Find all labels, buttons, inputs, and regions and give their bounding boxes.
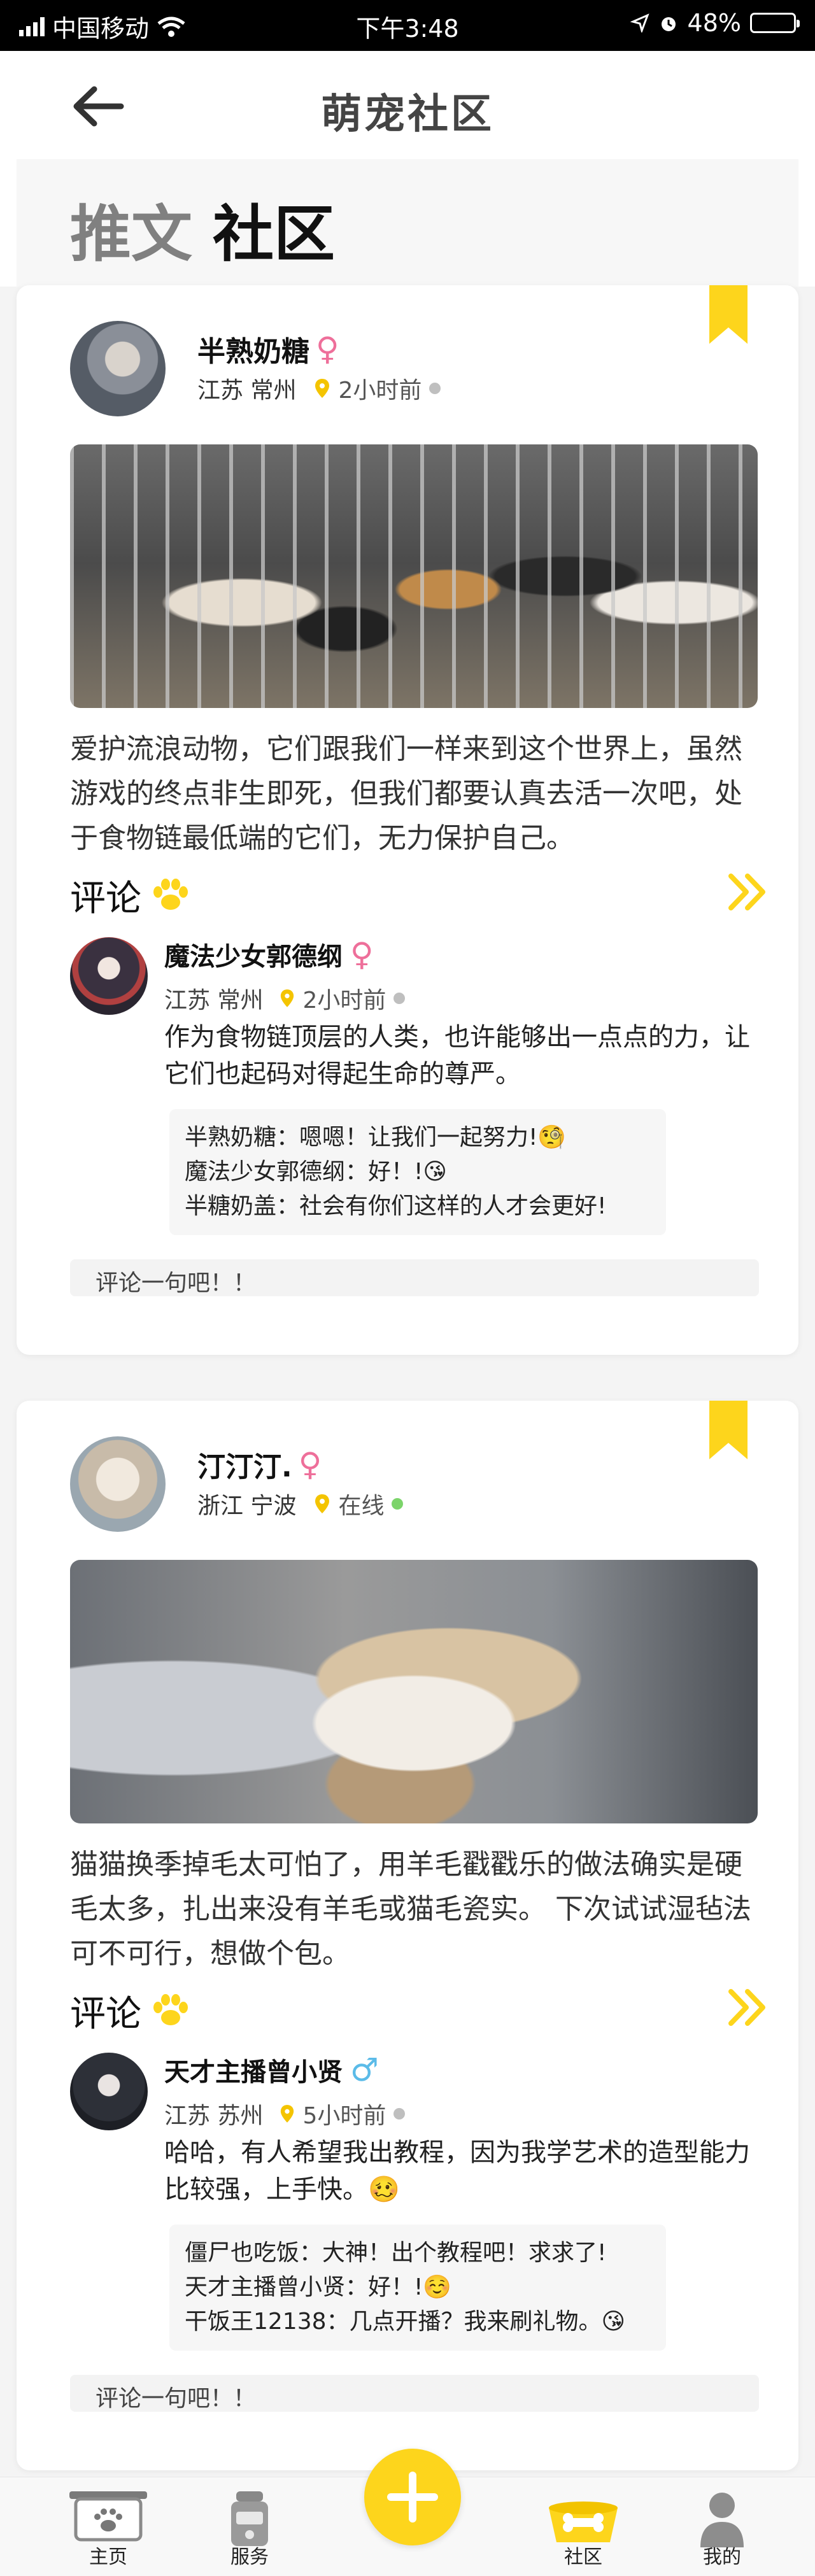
- comment-meta: 江苏 苏州 5小时前: [164, 2097, 406, 2130]
- post-text: 爱护流浪动物，它们跟我们一样来到这个世界上，虽然游戏的终点非生即死，但我们都要认…: [70, 733, 742, 854]
- commenter[interactable]: 魔法少女郭德纲 ♀: [164, 936, 374, 973]
- online-status: 在线: [338, 1493, 385, 1519]
- add-post-button[interactable]: [364, 2449, 461, 2545]
- post-image[interactable]: [70, 444, 758, 708]
- female-icon: ♀: [316, 330, 339, 367]
- nav-me[interactable]: 我的: [671, 2477, 773, 2576]
- female-icon: ♀: [350, 936, 374, 973]
- post-status: 2小时前: [314, 372, 441, 405]
- bookmark-icon[interactable]: [709, 285, 748, 344]
- status-right: 48%: [630, 9, 800, 37]
- status-dot-icon: [393, 2108, 406, 2120]
- comment-time: 5小时前: [302, 2103, 386, 2129]
- pet-bowl-icon: [549, 2502, 618, 2542]
- tab-bar: 推文 社区: [17, 159, 798, 287]
- reply-item: 半糖奶盖：社会有你们这样的人才会更好!: [185, 1193, 607, 1219]
- reply-item: 干饭王12138：几点开播？我来刷礼物。😘: [185, 2309, 626, 2335]
- post-time: 2小时前: [338, 378, 422, 404]
- online-dot-icon: [392, 1498, 404, 1510]
- comment-input[interactable]: 评论一句吧！！: [70, 1259, 759, 1296]
- nav-community[interactable]: 社区: [532, 2477, 634, 2576]
- commenter[interactable]: 天才主播曾小贤 ♂: [164, 2051, 379, 2088]
- battery-icon: [750, 13, 800, 33]
- comment-input[interactable]: 评论一句吧！！: [70, 2375, 759, 2412]
- bookmark-icon[interactable]: [709, 1401, 748, 1459]
- comment-text: 哈哈，有人希望我出教程，因为我学艺术的造型能力比较强，上手快。🥴: [164, 2138, 750, 2204]
- reply-item: 僵尸也吃饭：大神！出个教程吧！求求了!: [185, 2240, 607, 2266]
- location-arrow-icon: [630, 13, 649, 32]
- author-name: 汀汀汀.: [197, 1451, 292, 1483]
- location-pin-icon: [281, 989, 294, 1007]
- comment-time-wrap: 2小时前: [280, 982, 406, 1015]
- comment-meta: 江苏 常州 2小时前: [164, 982, 406, 1015]
- reply-item: 半熟奶糖：嗯嗯！让我们一起努力!🧐: [185, 1124, 567, 1150]
- location-pin-icon: [281, 2105, 294, 2123]
- nav-home-label: 主页: [89, 2546, 127, 2568]
- battery-percent: 48%: [687, 9, 741, 37]
- comments-label: 评论: [70, 1993, 141, 2035]
- home-icon: [69, 2491, 147, 2542]
- nav-service[interactable]: 服务: [199, 2477, 301, 2576]
- double-chevron-right-icon[interactable]: [726, 1986, 770, 2028]
- avatar[interactable]: [70, 321, 166, 416]
- post-text: 猫猫换季掉毛太可怕了，用羊毛戳戳乐的做法确实是硬毛太多，扎出来没有羊毛或猫毛瓷实…: [70, 1848, 751, 1970]
- status-dot-icon: [393, 993, 406, 1004]
- female-icon: ♀: [298, 1446, 322, 1483]
- reply-item: 魔法少女郭德纲：好！!😘: [185, 1159, 447, 1185]
- nav-community-label: 社区: [564, 2546, 602, 2568]
- post-author[interactable]: 汀汀汀. ♀: [197, 1444, 322, 1485]
- post-meta: 江苏 常州 2小时前: [197, 372, 441, 405]
- location-pin-icon: [315, 1494, 330, 1513]
- comments-label: 评论: [70, 878, 141, 919]
- post-card: 汀汀汀. ♀ 浙江 宁波 在线 猫猫换季掉毛太可怕了，用羊毛戳戳乐的做法确实是硬…: [17, 1401, 798, 2470]
- tab-posts[interactable]: 推文: [70, 185, 192, 273]
- alarm-icon: [661, 17, 676, 31]
- commenter-avatar[interactable]: [70, 937, 148, 1015]
- tab-community[interactable]: 社区: [213, 185, 335, 273]
- comment-time-wrap: 5小时前: [280, 2097, 406, 2130]
- reply-list: 僵尸也吃饭：大神！出个教程吧！求求了! 天才主播曾小贤：好！!☺️ 干饭王121…: [169, 2225, 666, 2351]
- comment-time: 2小时前: [302, 987, 386, 1014]
- status-dot-icon: [429, 383, 441, 394]
- nav-me-label: 我的: [703, 2546, 741, 2568]
- comment-text: 作为食物链顶层的人类，也许能够出一点点的力，让它们也起码对得起生命的尊严。: [164, 1023, 750, 1089]
- post-image[interactable]: [70, 1560, 758, 1823]
- post-card: 半熟奶糖 ♀ 江苏 常州 2小时前 爱护流浪动物，它们跟我们一样来到这个世界上，…: [17, 285, 798, 1355]
- reply-item: 天才主播曾小贤：好！!☺️: [185, 2274, 452, 2300]
- nav-service-label: 服务: [230, 2546, 269, 2568]
- paw-icon: [153, 1993, 188, 2025]
- location-pin-icon: [315, 379, 330, 398]
- male-icon: ♂: [350, 2051, 379, 2088]
- plus-icon-bar: [409, 2472, 416, 2523]
- page-title: 萌宠社区: [321, 91, 494, 138]
- post-meta: 浙江 宁波 在线: [197, 1487, 404, 1520]
- nav-home[interactable]: 主页: [57, 2477, 159, 2576]
- paw-icon: [153, 878, 188, 910]
- commenter-name: 天才主播曾小贤: [164, 2058, 343, 2087]
- comment-location: 江苏 常州: [164, 987, 264, 1014]
- double-chevron-right-icon[interactable]: [726, 871, 770, 913]
- comment-location: 江苏 苏州: [164, 2103, 264, 2129]
- nav-header: 萌宠社区: [0, 51, 815, 159]
- reply-list: 半熟奶糖：嗯嗯！让我们一起努力!🧐 魔法少女郭德纲：好！!😘 半糖奶盖：社会有你…: [169, 1109, 666, 1235]
- post-status: 在线: [314, 1487, 404, 1520]
- post-author[interactable]: 半熟奶糖 ♀: [197, 329, 339, 369]
- comments-header: 评论: [70, 1985, 770, 2035]
- comments-header: 评论: [70, 870, 770, 919]
- commenter-name: 魔法少女郭德纲: [164, 942, 343, 972]
- status-bar: 中国移动 下午3:48 48%: [0, 0, 815, 51]
- author-name: 半熟奶糖: [197, 336, 309, 368]
- commenter-avatar[interactable]: [70, 2053, 148, 2130]
- avatar[interactable]: [70, 1436, 166, 1532]
- location-text: 浙江 宁波: [197, 1493, 297, 1519]
- location-text: 江苏 常州: [197, 378, 297, 404]
